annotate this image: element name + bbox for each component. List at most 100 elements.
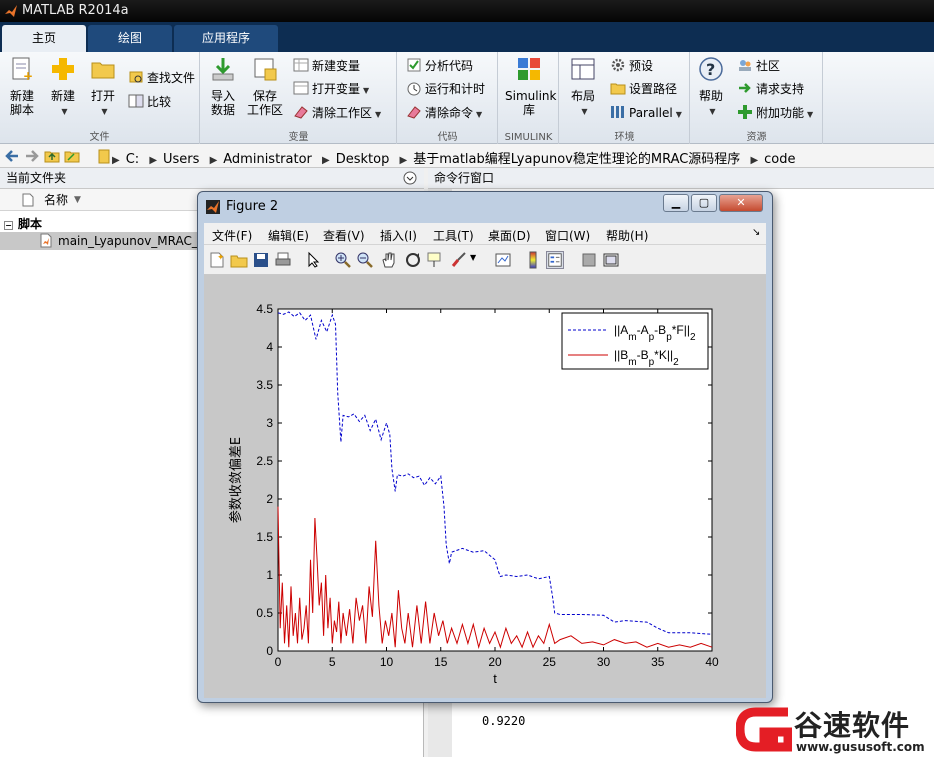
analyze-code-button[interactable]: 分析代码 xyxy=(406,56,473,76)
new-figure-icon[interactable]: ✦ xyxy=(208,251,226,269)
y-tick-label: 2.5 xyxy=(256,454,273,468)
menu-file[interactable]: 文件(F) xyxy=(212,227,252,244)
zoom-in-icon[interactable] xyxy=(334,251,352,269)
clear-commands-button[interactable]: 清除命令 ▼ xyxy=(406,103,482,123)
layout-label: 布局 xyxy=(570,89,595,103)
analyze-code-icon xyxy=(407,58,421,72)
y-tick-label: 3 xyxy=(266,416,273,430)
line-chart[interactable]: 0 5 10 15 20 25 30 35 40 0 0.5 1 1.5 2 2.5 3 3.5 4 4.5 t 参数收… xyxy=(204,275,766,698)
hide-plot-tools-icon[interactable] xyxy=(580,251,598,269)
back-icon[interactable] xyxy=(4,148,20,164)
collapse-icon[interactable]: − xyxy=(4,221,13,230)
svg-text:+: + xyxy=(23,69,33,82)
parallel-icon xyxy=(611,106,624,118)
figure-canvas[interactable]: 0 5 10 15 20 25 30 35 40 0 0.5 1 1.5 2 2.5 3 3.5 4 4.5 t 参数收… xyxy=(204,275,766,698)
compare-icon xyxy=(128,94,144,108)
chevron-down-icon: ▼ xyxy=(581,107,588,116)
new-button[interactable]: 新建 ▼ xyxy=(46,56,80,119)
matlab-logo-icon xyxy=(5,5,17,17)
panel-menu-icon[interactable] xyxy=(403,171,417,185)
crumb-desktop[interactable]: Desktop xyxy=(336,152,390,167)
figure-window[interactable]: Figure 2 ▁ ▢ ✕ 文件(F) 编辑(E) 查看(V) 插入(I) 工… xyxy=(197,191,773,703)
simulink-group-label: SIMULINK xyxy=(504,132,553,143)
request-support-button[interactable]: 请求支持 xyxy=(737,79,804,99)
help-button[interactable]: ? 帮助 ▼ xyxy=(695,56,727,119)
open-button[interactable]: 打开 ▼ xyxy=(86,56,120,119)
browse-folder-icon[interactable] xyxy=(64,148,80,164)
up-folder-icon[interactable] xyxy=(44,148,60,164)
new-script-button[interactable]: + 新建 脚本 xyxy=(6,56,38,117)
compare-button[interactable]: 比较 xyxy=(128,92,171,112)
gear-icon xyxy=(611,58,625,72)
command-window-title: 命令行窗口 xyxy=(434,171,495,185)
clear-workspace-button[interactable]: 清除工作区 ▼ xyxy=(293,103,381,123)
matlab-logo-icon xyxy=(206,200,220,214)
preferences-button[interactable]: 预设 xyxy=(610,56,653,76)
crumb-administrator[interactable]: Administrator xyxy=(223,152,312,167)
crumb-project[interactable]: 基于matlab编程Lyapunov稳定性理论的MRAC源码程序 xyxy=(413,152,740,167)
file-icon xyxy=(22,193,34,207)
menu-edit[interactable]: 编辑(E) xyxy=(268,227,309,244)
tab-plots[interactable]: 绘图 xyxy=(88,25,172,52)
simulink-library-button[interactable]: Simulink 库 xyxy=(505,56,556,117)
dock-arrow-icon[interactable]: ↘ xyxy=(752,227,760,238)
set-path-label: 设置路径 xyxy=(629,82,678,96)
community-button[interactable]: 社区 xyxy=(737,56,780,76)
app-title: MATLAB R2014a xyxy=(22,3,129,18)
y-tick-label: 3.5 xyxy=(256,378,273,392)
menu-tools[interactable]: 工具(T) xyxy=(433,227,474,244)
y-tick-label: 0.5 xyxy=(256,606,273,620)
data-cursor-icon[interactable] xyxy=(426,251,444,269)
find-files-button[interactable]: 查找文件 xyxy=(128,68,195,88)
link-plot-icon[interactable] xyxy=(494,251,512,269)
run-and-time-button[interactable]: 运行和计时 xyxy=(406,79,485,99)
menu-insert[interactable]: 插入(I) xyxy=(380,227,417,244)
new-variable-button[interactable]: 新建变量 xyxy=(293,56,360,76)
tab-apps[interactable]: 应用程序 xyxy=(174,25,278,52)
new-script-label: 新建 脚本 xyxy=(9,89,34,117)
resources-group: ? 帮助 ▼ 社区 请求支持 附加功能 ▼ 资源 xyxy=(691,52,823,144)
legend-icon[interactable] xyxy=(546,251,564,269)
variable-group: 导入 数据 保存 工作区 新建变量 打开变量 ▼ 清除工作区 ▼ 变量 xyxy=(201,52,397,144)
crumb-users[interactable]: Users xyxy=(163,152,199,167)
open-file-icon[interactable] xyxy=(230,251,248,269)
brush-dropdown-icon[interactable]: ▼ xyxy=(470,253,476,262)
menu-window[interactable]: 窗口(W) xyxy=(545,227,590,244)
import-data-button[interactable]: 导入 数据 xyxy=(207,56,239,117)
set-path-button[interactable]: 设置路径 xyxy=(610,79,677,99)
tree-group-scripts[interactable]: − 脚本 xyxy=(4,215,42,232)
tab-home[interactable]: 主页 xyxy=(2,25,86,52)
menu-view[interactable]: 查看(V) xyxy=(323,227,365,244)
x-tick-label: 5 xyxy=(329,655,336,669)
pointer-icon[interactable] xyxy=(304,251,322,269)
show-plot-tools-icon[interactable] xyxy=(602,251,620,269)
parallel-button[interactable]: Parallel ▼ xyxy=(610,103,682,123)
rotate-3d-icon[interactable] xyxy=(404,251,422,269)
print-icon[interactable] xyxy=(274,251,292,269)
save-icon[interactable] xyxy=(252,251,270,269)
add-ons-button[interactable]: 附加功能 ▼ xyxy=(737,103,813,123)
save-workspace-button[interactable]: 保存 工作区 xyxy=(247,56,283,117)
zoom-out-icon[interactable] xyxy=(356,251,374,269)
maximize-button[interactable]: ▢ xyxy=(691,194,717,212)
chevron-down-icon: ▼ xyxy=(709,107,716,116)
ribbon-tabbar: 主页 绘图 应用程序 xyxy=(0,22,934,52)
figure-toolbar: ✦ ▼ xyxy=(204,245,766,275)
x-axis-label: t xyxy=(493,671,497,686)
colorbar-icon[interactable] xyxy=(524,251,542,269)
open-variable-button[interactable]: 打开变量 ▼ xyxy=(293,79,369,99)
figure-titlebar[interactable]: Figure 2 ▁ ▢ ✕ xyxy=(198,192,772,220)
forward-icon[interactable] xyxy=(24,148,40,164)
figure-menubar: 文件(F) 编辑(E) 查看(V) 插入(I) 工具(T) 桌面(D) 窗口(W… xyxy=(204,223,766,245)
pan-hand-icon[interactable] xyxy=(380,251,398,269)
menu-help[interactable]: 帮助(H) xyxy=(606,227,648,244)
menu-desktop[interactable]: 桌面(D) xyxy=(488,227,531,244)
crumb-code[interactable]: code xyxy=(764,152,795,167)
crumb-drive[interactable]: C: xyxy=(126,152,139,167)
close-button[interactable]: ✕ xyxy=(719,194,763,212)
current-folder-header: 当前文件夹 xyxy=(0,168,424,189)
minimize-button[interactable]: ▁ xyxy=(663,194,689,212)
clear-workspace-label: 清除工作区 xyxy=(312,106,373,120)
brush-icon[interactable] xyxy=(450,251,468,269)
layout-button[interactable]: 布局 ▼ xyxy=(566,56,600,119)
